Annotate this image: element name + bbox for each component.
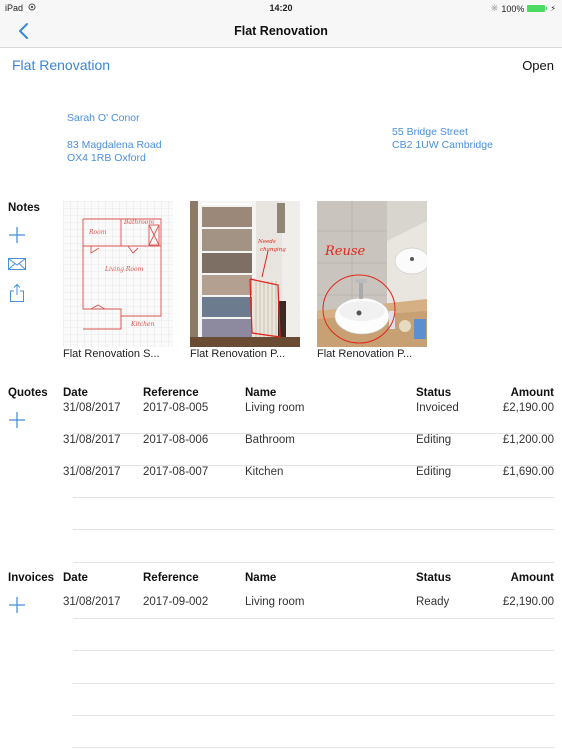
column-header-status[interactable]: Status [416,387,451,399]
row-separator [73,562,554,563]
note-thumbnail[interactable]: Reuse Flat Renovation P... [317,201,427,360]
bluetooth-icon: ※ [490,3,499,13]
plus-icon [9,412,25,428]
column-header-status[interactable]: Status [416,572,451,584]
client-address-line2: OX4 1RB Oxford [67,152,146,164]
cell-date: 31/08/2017 [63,466,121,478]
cell-status: Editing [416,466,452,478]
site-address[interactable]: 55 Bridge Street CB2 1UW Cambridge [392,126,493,152]
svg-text:Living Room: Living Room [104,266,144,273]
share-icon [10,283,24,302]
column-header-name[interactable]: Name [245,387,276,399]
row-separator [73,683,554,684]
site-address-line1: 55 Bridge Street [392,126,468,138]
client-name[interactable]: Sarah O' Conor [67,112,140,125]
svg-text:Kitchen: Kitchen [130,321,155,328]
note-caption: Flat Renovation S... [63,348,160,360]
cell-amount: £1,690.00 [502,466,554,478]
svg-text:changing: changing [260,247,286,253]
note-thumbnail[interactable]: Needs changing Flat Renovation P... [190,201,300,360]
note-caption: Flat Renovation P... [317,348,413,360]
add-quote-button[interactable] [7,410,27,430]
cell-amount: £2,190.00 [502,596,554,608]
plus-icon [9,227,25,243]
cell-reference: 2017-09-002 [143,596,209,608]
column-header-date[interactable]: Date [63,387,88,399]
sink-photo: Reuse [317,201,427,347]
site-address-line2: CB2 1UW Cambridge [392,139,493,151]
row-separator [73,747,554,748]
cell-reference: 2017-08-006 [143,434,209,446]
column-header-reference[interactable]: Reference [143,572,199,584]
client-address[interactable]: 83 Magdalena Road OX4 1RB Oxford [67,139,162,165]
cell-date: 31/08/2017 [63,596,121,608]
cell-amount: £1,200.00 [502,434,554,446]
cell-status: Invoiced [416,402,459,414]
svg-text:Room: Room [88,229,107,236]
share-note-button[interactable] [7,283,27,303]
quotes-label: Quotes [8,387,48,399]
radiator-photo: Needs changing [190,201,300,347]
cell-name: Bathroom [245,434,295,446]
cell-amount: £2,190.00 [502,402,554,414]
note-thumbnail[interactable]: Room Bathroom Living Room Kitchen Flat R… [63,201,173,360]
row-separator [73,529,554,530]
floor-plan-image: Room Bathroom Living Room Kitchen [63,201,173,347]
cell-date: 31/08/2017 [63,434,121,446]
svg-text:Reuse: Reuse [324,244,366,259]
cell-status: Ready [416,596,450,608]
svg-text:Needs: Needs [257,239,276,245]
cell-name: Living room [245,596,305,608]
cell-reference: 2017-08-005 [143,402,209,414]
svg-text:Bathroom: Bathroom [123,219,154,226]
cell-name: Living room [245,402,305,414]
charging-icon: ⚡ [550,4,556,13]
column-header-reference[interactable]: Reference [143,387,199,399]
add-invoice-button[interactable] [7,595,27,615]
row-separator [73,715,554,716]
mail-icon [8,258,26,270]
status-bar: iPad 14:20 ※ 100% ⚡ [0,0,562,16]
column-header-name[interactable]: Name [245,572,276,584]
note-caption: Flat Renovation P... [190,348,286,360]
navigation-bar: Flat Renovation [0,16,562,48]
column-header-date[interactable]: Date [63,572,88,584]
client-address-line1: 83 Magdalena Road [67,139,162,151]
status-right: ※ 100% ⚡ [491,3,556,14]
cell-name: Kitchen [245,466,284,478]
battery-icon [527,5,548,12]
row-separator [73,618,554,619]
row-separator [73,497,554,498]
cell-status: Editing [416,434,452,446]
cell-reference: 2017-08-007 [143,466,209,478]
nav-title: Flat Renovation [234,24,328,38]
invoices-label: Invoices [8,572,55,584]
cell-date: 31/08/2017 [63,402,121,414]
add-note-button[interactable] [7,225,27,245]
notes-label: Notes [8,202,40,214]
mail-note-button[interactable] [7,254,27,274]
column-header-amount[interactable]: Amount [511,572,554,584]
status-time: 14:20 [269,3,293,13]
project-status[interactable]: Open [522,58,554,73]
plus-icon [9,597,25,613]
column-header-amount[interactable]: Amount [511,387,554,399]
row-separator [73,650,554,651]
project-title[interactable]: Flat Renovation [12,57,110,73]
battery-percent: 100% [501,3,525,14]
